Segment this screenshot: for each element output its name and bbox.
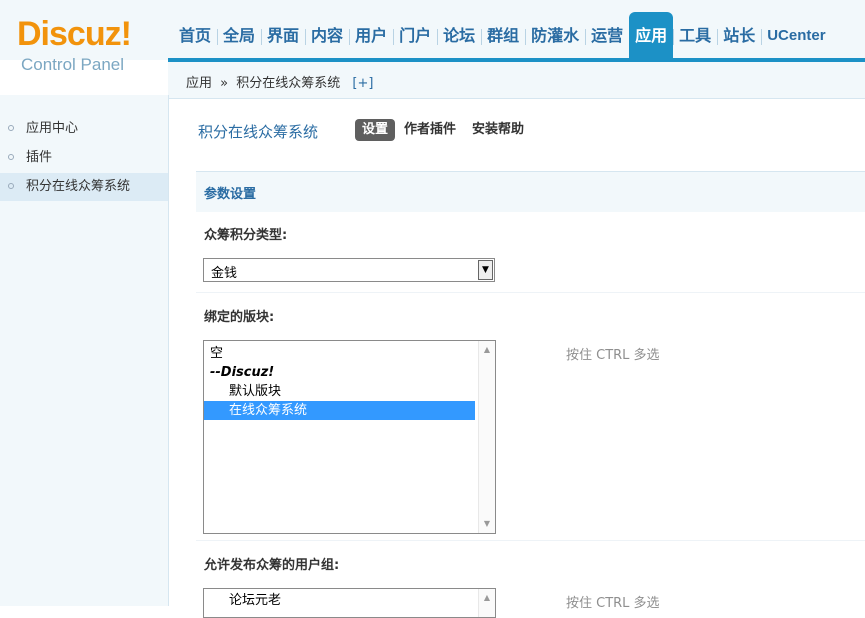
bullet-icon [8, 183, 14, 189]
scroll-up-icon[interactable]: ▲ [479, 343, 495, 357]
nav-tab-8[interactable]: 防灌水 [525, 12, 585, 58]
credit-type-value: 金钱 [211, 266, 238, 281]
allowed-groups-label: 允许发布众筹的用户组: [204, 558, 340, 573]
list-option[interactable]: 论坛元老 [204, 591, 475, 610]
scroll-down-icon[interactable]: ▼ [479, 517, 495, 531]
nav-tab-6[interactable]: 论坛 [437, 12, 481, 58]
breadcrumb-root[interactable]: 应用 [186, 76, 212, 91]
nav-tab-2[interactable]: 界面 [261, 12, 305, 58]
page-title: 积分在线众筹系统 [198, 123, 319, 141]
listbox-scrollbar[interactable]: ▲ [478, 589, 495, 617]
section-title: 参数设置 [204, 187, 257, 202]
breadcrumb-separator: » [220, 76, 229, 91]
sidebar-item-1[interactable]: 插件 [0, 144, 168, 172]
sidebar-item-label: 应用中心 [26, 121, 79, 136]
tab-2[interactable]: 安装帮助 [465, 119, 531, 141]
nav-tab-11[interactable]: 工具 [673, 12, 717, 58]
list-option[interactable]: 在线众筹系统 [204, 401, 475, 420]
list-option[interactable]: 默认版块 [204, 382, 475, 401]
breadcrumb: 应用 » 积分在线众筹系统 [+] [168, 62, 865, 99]
add-shortcut-link[interactable]: [+] [352, 76, 373, 91]
sidebar: 应用中心插件积分在线众筹系统 [0, 95, 169, 606]
main-nav: 首页 全局 界面 内容 用户 门户 论坛 群组 防灌水 运营 应用 工具 站长 UCenter [173, 12, 832, 60]
list-option[interactable]: 空 [204, 344, 475, 363]
nav-tab-3[interactable]: 内容 [305, 12, 349, 58]
nav-tab-13[interactable]: UCenter [761, 12, 831, 58]
divider [196, 540, 865, 541]
chevron-down-icon[interactable]: ▼ [478, 260, 493, 280]
logo[interactable]: Discuz! Control Panel [0, 0, 165, 95]
nav-tab-1[interactable]: 全局 [217, 12, 261, 58]
nav-tab-0[interactable]: 首页 [173, 12, 217, 58]
sidebar-item-label: 插件 [26, 150, 53, 165]
bound-forums-listbox[interactable]: 空 --Discuz! 默认版块 在线众筹系统 ▲ ▼ [203, 340, 496, 534]
credit-type-select[interactable]: 金钱 ▼ [203, 258, 495, 282]
breadcrumb-current: 积分在线众筹系统 [236, 76, 341, 91]
logo-brand: Discuz! [17, 15, 132, 53]
sidebar-item-0[interactable]: 应用中心 [0, 115, 168, 143]
header: Discuz! Control Panel 首页 全局 界面 内容 用户 门户 论坛 群组 防灌… [0, 0, 865, 74]
plugin-tabs: 设置 作者插件 安装帮助 [355, 119, 533, 141]
tab-1[interactable]: 作者插件 [397, 119, 463, 141]
section-header: 参数设置 [196, 171, 865, 212]
bullet-icon [8, 154, 14, 160]
nav-tab-4[interactable]: 用户 [349, 12, 393, 58]
nav-tab-7[interactable]: 群组 [481, 12, 525, 58]
nav-tab-12[interactable]: 站长 [717, 12, 761, 58]
groups-multiselect-hint: 按住 CTRL 多选 [566, 596, 660, 611]
nav-tab-9[interactable]: 运营 [585, 12, 629, 58]
nav-tab-10[interactable]: 应用 [629, 12, 674, 58]
sidebar-item-label: 积分在线众筹系统 [26, 179, 131, 194]
bound-forums-label: 绑定的版块: [204, 310, 275, 325]
sidebar-item-2[interactable]: 积分在线众筹系统 [0, 173, 168, 201]
tab-0[interactable]: 设置 [355, 119, 396, 141]
nav-tab-5[interactable]: 门户 [393, 12, 437, 58]
allowed-groups-listbox[interactable]: 论坛元老 ▲ [203, 588, 496, 618]
bullet-icon [8, 125, 14, 131]
list-option[interactable]: --Discuz! [204, 363, 475, 382]
divider [196, 292, 865, 293]
credit-type-label: 众筹积分类型: [204, 228, 288, 243]
forums-multiselect-hint: 按住 CTRL 多选 [566, 348, 660, 363]
listbox-scrollbar[interactable]: ▲ ▼ [478, 341, 495, 533]
scroll-up-icon[interactable]: ▲ [479, 591, 495, 605]
logo-subtitle: Control Panel [21, 55, 125, 74]
